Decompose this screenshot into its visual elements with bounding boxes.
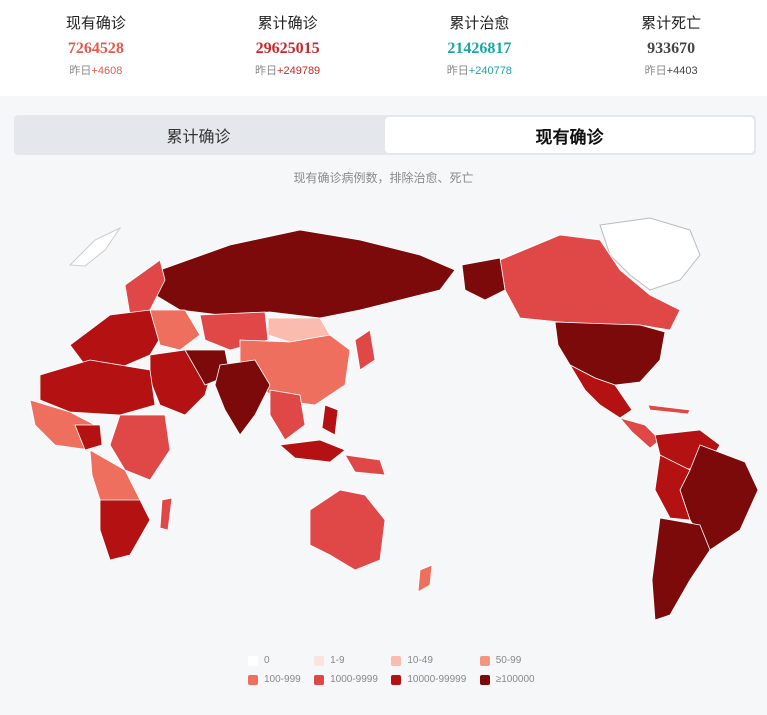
delta-value: +249789 bbox=[277, 65, 321, 77]
legend-swatch bbox=[479, 655, 490, 666]
region-north-africa[interactable] bbox=[39, 359, 156, 416]
stat-label: 累计确诊 bbox=[257, 15, 318, 32]
region-caribbean[interactable] bbox=[647, 404, 691, 415]
legend-item[interactable]: 1-9 bbox=[314, 655, 391, 666]
region-usa[interactable] bbox=[554, 321, 666, 386]
legend-label: 10-49 bbox=[407, 655, 433, 666]
world-map[interactable] bbox=[0, 200, 767, 640]
stat-value: 21426817 bbox=[447, 40, 512, 57]
legend-swatch bbox=[248, 674, 258, 685]
legend-item[interactable]: 0 bbox=[248, 655, 314, 666]
region-scandinavia[interactable] bbox=[124, 259, 166, 316]
legend-item[interactable]: 1000-9999 bbox=[314, 674, 391, 685]
tab-total-confirmed[interactable]: 累计确诊 bbox=[14, 115, 383, 155]
stat-label: 累计死亡 bbox=[641, 15, 702, 32]
legend-label: 10000-99999 bbox=[407, 674, 467, 685]
legend-label: ≥100000 bbox=[495, 674, 535, 685]
stats-header: 现有确诊 7264528 昨日+4608 累计确诊 29625015 昨日+24… bbox=[0, 0, 767, 96]
delta-prefix: 昨日 bbox=[644, 65, 667, 77]
legend-label: 50-99 bbox=[495, 655, 522, 666]
region-australia[interactable] bbox=[309, 489, 386, 571]
delta-value: +4403 bbox=[666, 65, 698, 77]
stat-delta: 昨日+240778 bbox=[384, 62, 576, 78]
delta-prefix: 昨日 bbox=[446, 65, 469, 77]
legend-item[interactable]: 10000-99999 bbox=[391, 674, 479, 685]
region-papua[interactable] bbox=[344, 454, 386, 476]
legend-item[interactable]: ≥100000 bbox=[479, 674, 548, 685]
stat-delta: 昨日+4403 bbox=[575, 62, 767, 78]
stat-delta: 昨日+4608 bbox=[0, 62, 192, 78]
legend-swatch bbox=[248, 655, 258, 666]
map-legend: 0 1-9 10-49 50-99 100-999 1000-9999 1000… bbox=[248, 655, 548, 685]
stat-current-confirmed: 现有确诊 7264528 昨日+4608 bbox=[0, 0, 192, 96]
region-arctic-islands[interactable] bbox=[68, 226, 122, 267]
stat-value: 29625015 bbox=[255, 40, 320, 57]
stat-value: 933670 bbox=[647, 40, 696, 57]
region-philippines[interactable] bbox=[321, 404, 339, 436]
region-indonesia[interactable] bbox=[279, 439, 346, 463]
region-southeast-asia[interactable] bbox=[269, 389, 306, 441]
region-new-zealand[interactable] bbox=[417, 564, 433, 593]
region-southern-africa[interactable] bbox=[99, 499, 151, 561]
stat-total-recovered: 累计治愈 21426817 昨日+240778 bbox=[384, 0, 576, 96]
region-eastern-europe[interactable] bbox=[149, 309, 201, 351]
stat-total-deaths: 累计死亡 933670 昨日+4403 bbox=[575, 0, 767, 96]
region-japan[interactable] bbox=[354, 329, 376, 371]
map-mode-tabs: 累计确诊 现有确诊 bbox=[14, 115, 756, 155]
region-madagascar[interactable] bbox=[159, 497, 173, 531]
delta-value: +4608 bbox=[91, 65, 123, 77]
stat-label: 现有确诊 bbox=[65, 15, 126, 32]
region-central-america[interactable] bbox=[618, 417, 661, 449]
legend-label: 100-999 bbox=[264, 674, 301, 685]
region-argentina-chile[interactable] bbox=[651, 517, 711, 621]
legend-item[interactable]: 10-49 bbox=[391, 655, 479, 666]
delta-value: +240778 bbox=[468, 65, 512, 77]
legend-swatch bbox=[314, 655, 325, 666]
delta-prefix: 昨日 bbox=[69, 65, 92, 77]
stat-total-confirmed: 累计确诊 29625015 昨日+249789 bbox=[192, 0, 384, 96]
stat-value: 7264528 bbox=[67, 40, 124, 57]
region-alaska[interactable] bbox=[461, 257, 506, 301]
legend-swatch bbox=[479, 674, 490, 685]
legend-item[interactable]: 100-999 bbox=[248, 674, 314, 685]
legend-label: 1000-9999 bbox=[330, 674, 378, 685]
legend-label: 0 bbox=[264, 655, 270, 666]
stat-label: 累计治愈 bbox=[449, 15, 510, 32]
tab-current-confirmed[interactable]: 现有确诊 bbox=[385, 117, 754, 153]
stat-delta: 昨日+249789 bbox=[192, 62, 384, 78]
legend-swatch bbox=[314, 674, 325, 685]
legend-label: 1-9 bbox=[330, 655, 345, 666]
legend-swatch bbox=[391, 655, 402, 666]
delta-prefix: 昨日 bbox=[255, 65, 278, 77]
legend-swatch bbox=[391, 674, 402, 685]
map-caption: 现有确诊病例数，排除治愈、死亡 bbox=[293, 171, 474, 185]
legend-item[interactable]: 50-99 bbox=[479, 655, 548, 666]
region-india[interactable] bbox=[214, 359, 271, 436]
region-russia[interactable] bbox=[154, 229, 456, 319]
